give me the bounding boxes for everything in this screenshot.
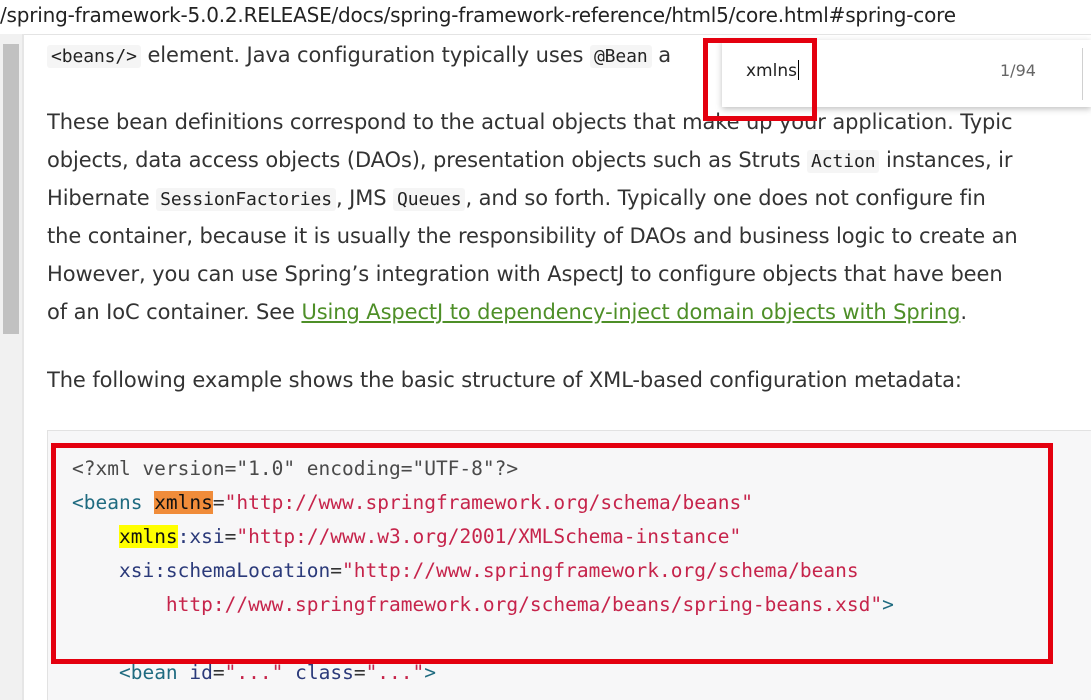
inline-code: Queues [393, 188, 466, 211]
code-line-5: http://www.springframework.org/schema/be… [165, 593, 894, 616]
document-content: <beans/> element. Java configuration typ… [47, 34, 1091, 700]
code-line-6: <bean id="..." class="..."> [118, 661, 437, 684]
inline-code: Action [807, 150, 880, 173]
url-text[interactable]: /spring-framework-5.0.2.RELEASE/docs/spr… [0, 3, 956, 27]
doc-line-beans-element: <beans/> element. Java configuration typ… [47, 36, 671, 76]
inline-code: @Bean [589, 45, 652, 68]
search-match-current: xmlns [154, 491, 213, 514]
para-line: These bean definitions correspond to the… [47, 110, 1013, 134]
para-line: Hibernate SessionFactories, JMS Queues, … [47, 186, 986, 211]
search-match: xmlns [118, 525, 178, 548]
para-line: objects, data access objects (DAOs), pre… [47, 148, 1013, 173]
code-line-2: <beans xmlns="http://www.springframework… [72, 491, 753, 514]
inline-code: SessionFactories [156, 188, 336, 211]
para-line: the container, because it is usually the… [47, 224, 1018, 248]
para-xml-example-intro: The following example shows the basic st… [47, 368, 962, 392]
scrollbar-thumb[interactable] [3, 44, 19, 334]
page-divider [22, 34, 24, 700]
address-bar[interactable]: /spring-framework-5.0.2.RELEASE/docs/spr… [0, 0, 1091, 35]
code-line-1: <?xml version="1.0" encoding="UTF-8"?> [72, 457, 519, 480]
para-line: of an IoC container. See Using AspectJ t… [47, 300, 967, 324]
vertical-scrollbar[interactable] [0, 34, 22, 700]
code-line-4: xsi:schemaLocation="http://www.springfra… [118, 559, 859, 582]
text-caret [797, 60, 799, 80]
para-line: However, you can use Spring’s integratio… [47, 262, 1003, 286]
aspectj-doc-link[interactable]: Using AspectJ to dependency-inject domai… [301, 300, 960, 324]
code-line-3: xmlns:xsi="http://www.w3.org/2001/XMLSch… [118, 525, 742, 548]
find-match-count: 1/94 [1000, 61, 1036, 80]
find-bar-divider [1082, 48, 1083, 100]
find-input[interactable]: xmlns [746, 60, 799, 81]
xml-code-block: <?xml version="1.0" encoding="UTF-8"?> <… [47, 430, 1091, 700]
find-in-page-bar: xmlns 1/94 [722, 40, 1091, 107]
inline-code: <beans/> [47, 45, 141, 68]
